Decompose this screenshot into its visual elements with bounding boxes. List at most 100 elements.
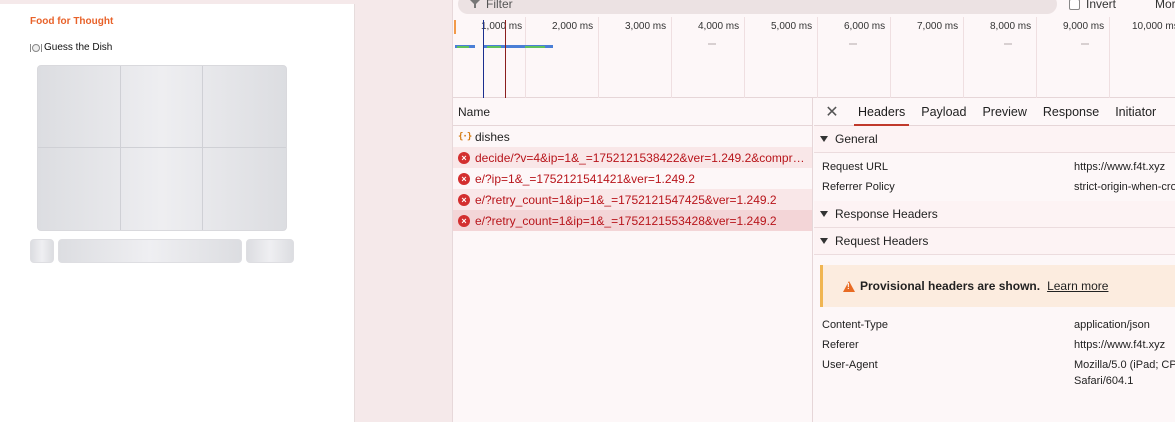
timeline-tick-label: 2,000 ms <box>552 21 594 32</box>
request-row[interactable]: × e/?ip=1&_=1752121541421&ver=1.249.2 <box>453 168 812 189</box>
header-key: Content-Type <box>822 319 889 331</box>
disclosure-triangle-icon <box>820 136 828 142</box>
timeline-tick-label: 5,000 ms <box>771 21 813 32</box>
timeline-gridline <box>598 17 599 98</box>
request-headers-section-header[interactable]: Request Headers <box>814 228 1175 255</box>
name-column-header[interactable]: Name <box>453 98 812 126</box>
tab-headers[interactable]: Headers <box>850 98 913 126</box>
image-tile[interactable] <box>120 66 204 148</box>
tab-preview[interactable]: Preview <box>974 98 1034 125</box>
request-url-row: Request URL https://www.f4t.xyz <box>814 157 1175 177</box>
filter-bar: Filter Invert More <box>453 0 1175 17</box>
error-icon: × <box>458 172 470 185</box>
funnel-icon <box>470 0 480 8</box>
header-key: Request URL <box>822 161 889 173</box>
request-row[interactable]: {·} dishes <box>453 126 812 147</box>
app-page: Food for Thought Guess the Dish <box>0 4 355 422</box>
timeline-gridline <box>890 17 891 98</box>
error-icon: × <box>458 193 470 206</box>
network-timeline[interactable]: 1,000 ms 2,000 ms 3,000 ms 4,000 ms 5,00… <box>453 17 1175 98</box>
timeline-request-bar <box>457 46 469 48</box>
content-type-row: Content-Type application/json <box>814 315 1175 335</box>
skeleton-button-left <box>30 239 54 263</box>
timeline-gridline <box>1109 17 1110 98</box>
app-title: Food for Thought <box>30 16 114 27</box>
referer-row: Referer https://www.f4t.xyz <box>814 335 1175 355</box>
user-agent-row: User-Agent Mozilla/5.0 (iPad; CPU Safari… <box>814 355 1175 391</box>
warning-icon <box>843 280 855 292</box>
timeline-tick-label: 3,000 ms <box>625 21 667 32</box>
header-key: Referer <box>822 339 859 351</box>
disclosure-triangle-icon <box>820 238 828 244</box>
request-name: decide/?v=4&ip=1&_=1752121538422&ver=1.2… <box>475 150 810 165</box>
general-section-header[interactable]: General <box>814 126 1175 153</box>
skeleton-input <box>58 239 242 263</box>
image-tile[interactable] <box>203 148 286 230</box>
request-list: Name {·} dishes × decide/?v=4&ip=1&_=175… <box>453 98 813 422</box>
image-tile[interactable] <box>38 148 121 230</box>
timeline-gridline <box>817 17 818 98</box>
header-key: User-Agent <box>822 359 878 371</box>
header-value: https://www.f4t.xyz <box>1074 161 1166 173</box>
image-tile[interactable] <box>203 66 286 148</box>
header-value-continued: Safari/604.1 <box>1074 375 1134 387</box>
timeline-pending-dash <box>849 43 857 45</box>
provisional-headers-warning: Provisional headers are shown. Learn mor… <box>820 265 1175 307</box>
timeline-tick-label: 6,000 ms <box>844 21 886 32</box>
warning-text: Provisional headers are shown. <box>860 279 1041 293</box>
plate-icon <box>30 43 42 53</box>
request-name: e/?retry_count=1&ip=1&_=1752121547425&ve… <box>475 192 777 207</box>
filter-placeholder: Filter <box>486 0 513 11</box>
timeline-tick-label: 1,000 ms <box>481 21 523 32</box>
filter-input[interactable]: Filter <box>458 0 1057 14</box>
timeline-pending-dash <box>708 43 716 45</box>
timeline-tick-label: 8,000 ms <box>990 21 1032 32</box>
image-tile[interactable] <box>38 66 121 148</box>
request-name: dishes <box>475 129 510 144</box>
header-key: Referrer Policy <box>822 181 895 193</box>
request-row[interactable]: × e/?retry_count=1&ip=1&_=1752121547425&… <box>453 189 812 210</box>
timeline-tick-label: 9,000 ms <box>1063 21 1105 32</box>
timeline-tick-label: 10,000 ms <box>1132 21 1175 32</box>
image-grid-placeholder <box>37 65 287 231</box>
response-headers-section-header[interactable]: Response Headers <box>814 201 1175 228</box>
tab-response[interactable]: Response <box>1035 98 1107 125</box>
request-row[interactable]: × decide/?v=4&ip=1&_=1752121538422&ver=1… <box>453 147 812 168</box>
timeline-gridline <box>744 17 745 98</box>
timeline-tick-label: 7,000 ms <box>917 21 959 32</box>
close-icon[interactable]: ✕ <box>814 98 850 125</box>
timeline-gridline <box>525 17 526 98</box>
tab-payload[interactable]: Payload <box>913 98 974 125</box>
tab-initiator[interactable]: Initiator <box>1107 98 1164 125</box>
invert-label: Invert <box>1086 0 1117 11</box>
timeline-dom-marker <box>454 20 456 34</box>
timeline-gridline <box>671 17 672 98</box>
invert-toggle[interactable]: Invert <box>1069 0 1116 11</box>
more-filters-button[interactable]: More <box>1155 0 1175 11</box>
json-file-icon: {·} <box>458 131 472 142</box>
skeleton-button-right <box>246 239 294 263</box>
request-name: e/?ip=1&_=1752121541421&ver=1.249.2 <box>475 171 695 186</box>
header-value: Mozilla/5.0 (iPad; CPU <box>1074 359 1175 371</box>
timeline-tick-label: 4,000 ms <box>698 21 740 32</box>
general-section-title: General <box>835 132 878 146</box>
devtools-network-panel: Filter Invert More 1,000 ms 2,000 ms 3,0… <box>452 0 1175 422</box>
header-value: https://www.f4t.xyz <box>1074 339 1166 351</box>
disclosure-triangle-icon <box>820 211 828 217</box>
error-icon: × <box>458 214 470 227</box>
timeline-load-line <box>505 20 506 98</box>
learn-more-link[interactable]: Learn more <box>1047 279 1108 293</box>
timeline-pending-dash <box>1081 43 1089 45</box>
request-headers-title: Request Headers <box>835 234 929 248</box>
referrer-policy-row: Referrer Policy strict-origin-when-cross… <box>814 177 1175 197</box>
timeline-domcontentloaded-line <box>483 20 484 98</box>
game-label-text: Guess the Dish <box>44 42 113 53</box>
invert-checkbox[interactable] <box>1069 0 1080 10</box>
details-tab-strip: ✕ Headers Payload Preview Response Initi… <box>814 98 1175 126</box>
response-headers-title: Response Headers <box>835 207 938 221</box>
request-row-selected[interactable]: × e/?retry_count=1&ip=1&_=1752121553428&… <box>453 210 812 231</box>
image-tile[interactable] <box>121 148 204 230</box>
request-name: e/?retry_count=1&ip=1&_=1752121553428&ve… <box>475 213 777 228</box>
timeline-gridline <box>1036 17 1037 98</box>
error-icon: × <box>458 151 470 164</box>
